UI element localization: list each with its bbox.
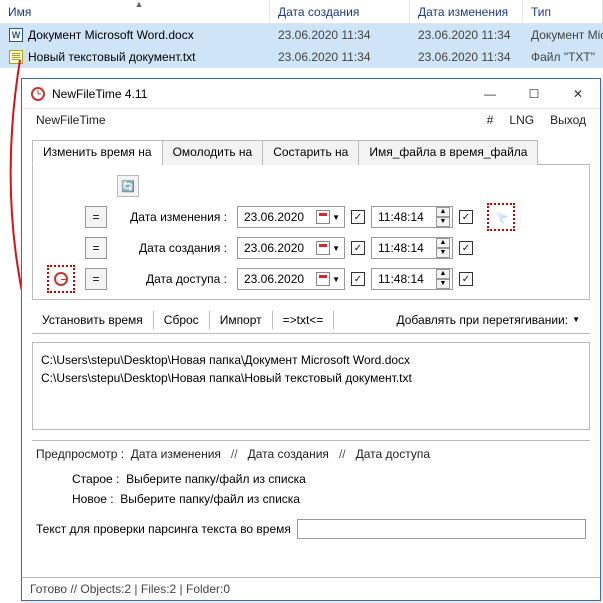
sort-asc-icon: ▲ bbox=[135, 0, 144, 9]
checkbox-accessed-date[interactable]: ✓ bbox=[351, 272, 365, 286]
window-title: NewFileTime 4.11 bbox=[52, 87, 468, 101]
file-name: Новый текстовый документ.txt bbox=[28, 50, 196, 64]
checkbox-modified-time[interactable]: ✓ bbox=[459, 210, 473, 224]
column-type[interactable]: Тип bbox=[523, 0, 603, 23]
menu-app[interactable]: NewFileTime bbox=[28, 111, 114, 129]
reset-button[interactable]: Сброс bbox=[154, 306, 209, 333]
checkbox-created-date[interactable]: ✓ bbox=[351, 241, 365, 255]
menubar: NewFileTime # LNG Выход bbox=[22, 109, 600, 131]
file-created: 23.06.2020 11:34 bbox=[270, 50, 410, 64]
tab-older[interactable]: Состарить на bbox=[262, 140, 359, 165]
preview-section: Предпросмотр : Дата изменения // Дата со… bbox=[32, 440, 590, 543]
file-name: Документ Microsoft Word.docx bbox=[28, 28, 194, 42]
explorer-header: Имя ▲ Дата создания Дата изменения Тип bbox=[0, 0, 603, 24]
maximize-button[interactable]: ☐ bbox=[512, 79, 556, 108]
preview-header: Предпросмотр : Дата изменения // Дата со… bbox=[36, 447, 586, 461]
chevron-down-icon: ▼ bbox=[332, 275, 340, 284]
file-type: Документ Micros bbox=[523, 28, 603, 42]
column-name[interactable]: Имя ▲ bbox=[0, 0, 270, 23]
list-item[interactable]: C:\Users\stepu\Desktop\Новая папка\Новый… bbox=[41, 369, 581, 387]
parse-input[interactable] bbox=[297, 519, 586, 539]
txt-file-icon bbox=[8, 49, 24, 65]
calendar-icon bbox=[316, 241, 330, 255]
drag-drop-mode[interactable]: Добавлять при перетягивании:▼ bbox=[387, 306, 591, 333]
file-row[interactable]: W Документ Microsoft Word.docx 23.06.202… bbox=[0, 24, 603, 46]
export-txt-button[interactable]: =>txt<= bbox=[273, 306, 334, 333]
preview-new: Новое : Выберите папку/файл из списка bbox=[72, 489, 586, 509]
time-created-input[interactable]: 11:48:14 ▲▼ bbox=[371, 237, 453, 259]
file-created: 23.06.2020 11:34 bbox=[270, 28, 410, 42]
equalize-button[interactable]: = bbox=[85, 237, 107, 259]
equalize-button[interactable]: = bbox=[85, 268, 107, 290]
row-modified: = Дата изменения : 23.06.2020▼ ✓ 11:48:1… bbox=[43, 203, 579, 231]
clock-icon[interactable] bbox=[47, 265, 75, 293]
word-file-icon: W bbox=[8, 27, 24, 43]
tab-change-time[interactable]: Изменить время на bbox=[32, 140, 163, 165]
label-created: Дата создания : bbox=[113, 241, 231, 255]
menu-hash[interactable]: # bbox=[479, 111, 502, 129]
time-accessed-input[interactable]: 11:48:14 ▲▼ bbox=[371, 268, 453, 290]
menu-exit[interactable]: Выход bbox=[542, 111, 594, 129]
checkbox-modified-date[interactable]: ✓ bbox=[351, 210, 365, 224]
file-modified: 23.06.2020 11:34 bbox=[410, 50, 523, 64]
apply-cursor-icon[interactable] bbox=[487, 203, 515, 231]
spinner[interactable]: ▲▼ bbox=[436, 269, 450, 289]
tabs: Изменить время на Омолодить на Состарить… bbox=[32, 139, 590, 165]
equalize-button[interactable]: = bbox=[85, 206, 107, 228]
file-modified: 23.06.2020 11:34 bbox=[410, 28, 523, 42]
tab-younger[interactable]: Омолодить на bbox=[162, 140, 264, 165]
file-type: Файл "TXT" bbox=[523, 50, 603, 64]
chevron-down-icon: ▼ bbox=[332, 244, 340, 253]
date-modified-input[interactable]: 23.06.2020▼ bbox=[237, 206, 345, 228]
label-modified: Дата изменения : bbox=[113, 210, 231, 224]
calendar-icon bbox=[316, 210, 330, 224]
app-icon bbox=[30, 86, 46, 102]
row-accessed: = Дата доступа : 23.06.2020▼ ✓ 11:48:14 … bbox=[43, 265, 579, 293]
parse-test-row: Текст для проверки парсинга текста во вр… bbox=[36, 519, 586, 539]
date-created-input[interactable]: 23.06.2020▼ bbox=[237, 237, 345, 259]
spinner[interactable]: ▲▼ bbox=[436, 238, 450, 258]
file-row[interactable]: Новый текстовый документ.txt 23.06.2020 … bbox=[0, 46, 603, 68]
tab-filename-to-time[interactable]: Имя_файла в время_файла bbox=[358, 140, 538, 165]
close-button[interactable]: ✕ bbox=[556, 79, 600, 108]
checkbox-created-time[interactable]: ✓ bbox=[459, 241, 473, 255]
globe-button[interactable]: 🔄 bbox=[117, 175, 139, 197]
column-created[interactable]: Дата создания bbox=[270, 0, 410, 23]
checkbox-accessed-time[interactable]: ✓ bbox=[459, 272, 473, 286]
spinner[interactable]: ▲▼ bbox=[436, 207, 450, 227]
newfiletime-window: NewFileTime 4.11 — ☐ ✕ NewFileTime # LNG… bbox=[21, 78, 601, 601]
column-modified[interactable]: Дата изменения bbox=[410, 0, 523, 23]
set-time-button[interactable]: Установить время bbox=[32, 306, 153, 333]
preview-old: Старое : Выберите папку/файл из списка bbox=[72, 469, 586, 489]
parse-label: Текст для проверки парсинга текста во вр… bbox=[36, 522, 291, 536]
file-path-list[interactable]: C:\Users\stepu\Desktop\Новая папка\Докум… bbox=[32, 342, 590, 430]
tab-body: 🔄 = Дата изменения : 23.06.2020▼ ✓ 11:48… bbox=[32, 165, 590, 300]
label-accessed: Дата доступа : bbox=[113, 272, 231, 286]
calendar-icon bbox=[316, 272, 330, 286]
action-bar: Установить время Сброс Импорт =>txt<= До… bbox=[32, 306, 590, 334]
time-modified-input[interactable]: 11:48:14 ▲▼ bbox=[371, 206, 453, 228]
date-accessed-input[interactable]: 23.06.2020▼ bbox=[237, 268, 345, 290]
status-bar: Готово // Objects:2 | Files:2 | Folder:0 bbox=[22, 577, 600, 600]
row-created: = Дата создания : 23.06.2020▼ ✓ 11:48:14… bbox=[43, 237, 579, 259]
titlebar[interactable]: NewFileTime 4.11 — ☐ ✕ bbox=[22, 79, 600, 109]
explorer-list: Имя ▲ Дата создания Дата изменения Тип W… bbox=[0, 0, 603, 68]
chevron-down-icon: ▼ bbox=[572, 315, 580, 324]
list-item[interactable]: C:\Users\stepu\Desktop\Новая папка\Докум… bbox=[41, 351, 581, 369]
chevron-down-icon: ▼ bbox=[332, 213, 340, 222]
menu-lng[interactable]: LNG bbox=[501, 111, 542, 129]
minimize-button[interactable]: — bbox=[468, 79, 512, 108]
import-button[interactable]: Импорт bbox=[210, 306, 272, 333]
